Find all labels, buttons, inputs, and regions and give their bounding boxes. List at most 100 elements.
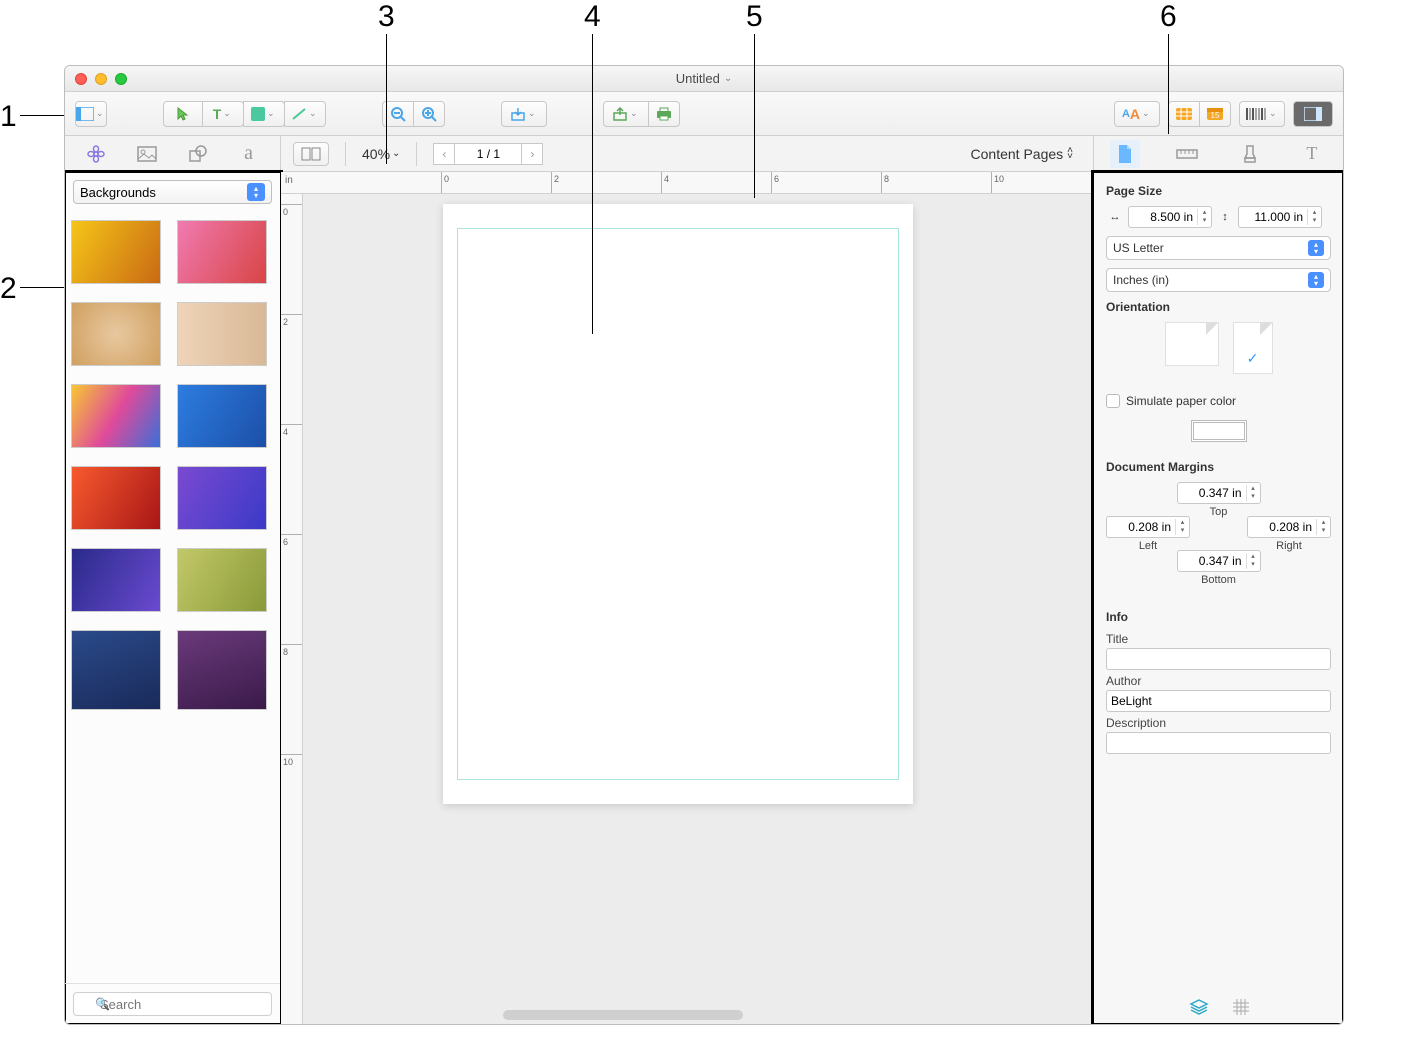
units-selector[interactable]: Inches (in) ▴▾ bbox=[1106, 268, 1331, 292]
share-button[interactable]: ⌄ bbox=[603, 101, 649, 127]
page-navigator: ‹ › bbox=[433, 143, 543, 165]
background-thumbnail[interactable] bbox=[177, 548, 267, 612]
inspector-footer bbox=[1094, 999, 1343, 1018]
text-styles-tab[interactable]: a bbox=[235, 140, 263, 168]
units-label: Inches (in) bbox=[1113, 273, 1169, 287]
inspector-toggle-button[interactable] bbox=[1293, 101, 1333, 127]
background-thumbnail[interactable] bbox=[71, 302, 161, 366]
panels-layout-button[interactable]: ⌄ bbox=[75, 101, 107, 127]
thumbnails-grid bbox=[65, 212, 280, 983]
document-title: Untitled bbox=[676, 71, 720, 86]
background-thumbnail[interactable] bbox=[177, 302, 267, 366]
background-thumbnail[interactable] bbox=[177, 220, 267, 284]
page-height-input[interactable] bbox=[1239, 210, 1307, 224]
spread-view-button[interactable] bbox=[293, 142, 329, 166]
tables-button[interactable] bbox=[1168, 101, 1200, 127]
title-dropdown-icon: ⌄ bbox=[724, 73, 732, 84]
background-thumbnail[interactable] bbox=[71, 220, 161, 284]
table-icon bbox=[1175, 107, 1193, 121]
line-icon bbox=[291, 107, 307, 121]
simulate-paper-checkbox[interactable] bbox=[1106, 394, 1120, 408]
margin-right-field[interactable]: ▴▾ bbox=[1247, 516, 1331, 538]
content-pages-selector[interactable]: Content Pages ˄˅ bbox=[971, 146, 1081, 162]
flower-icon bbox=[86, 144, 106, 164]
page-indicator-field[interactable] bbox=[455, 143, 521, 165]
maximize-window-button[interactable] bbox=[115, 73, 127, 85]
document-page[interactable] bbox=[443, 204, 913, 804]
ruler-unit-label: in bbox=[285, 175, 293, 186]
calendar-button[interactable]: 15 bbox=[1199, 101, 1231, 127]
margins-heading: Document Margins bbox=[1106, 460, 1331, 474]
document-inspector-tab[interactable] bbox=[1110, 140, 1140, 168]
orientation-portrait[interactable]: ✓ bbox=[1233, 322, 1273, 374]
callout-5-line bbox=[754, 34, 755, 198]
callout-3-line bbox=[386, 34, 387, 164]
zoom-out-icon bbox=[390, 106, 406, 122]
author-input[interactable] bbox=[1106, 690, 1331, 712]
orientation-landscape[interactable] bbox=[1165, 322, 1219, 366]
margin-left-label: Left bbox=[1139, 540, 1157, 552]
share-icon bbox=[612, 107, 628, 121]
callout-1: 1 bbox=[0, 100, 17, 134]
description-input[interactable] bbox=[1106, 732, 1331, 754]
shape-tool-button[interactable]: ⌄ bbox=[243, 101, 285, 127]
window-title[interactable]: Untitled ⌄ bbox=[676, 71, 732, 86]
page-margin-guide bbox=[457, 228, 899, 780]
select-tool-button[interactable] bbox=[163, 101, 203, 127]
text-inspector-tab[interactable]: T bbox=[1297, 140, 1327, 168]
shapes-icon bbox=[188, 145, 208, 163]
stepper-icon[interactable]: ▴▾ bbox=[1197, 209, 1211, 225]
page-width-input[interactable] bbox=[1129, 210, 1197, 224]
page-height-field[interactable]: ▴▾ bbox=[1238, 206, 1322, 228]
background-thumbnail[interactable] bbox=[71, 630, 161, 710]
chevron-down-icon: ⌄ bbox=[96, 108, 106, 119]
page-width-field[interactable]: ▴▾ bbox=[1128, 206, 1212, 228]
page-preset-selector[interactable]: US Letter ▴▾ bbox=[1106, 236, 1331, 260]
paper-color-well[interactable] bbox=[1191, 420, 1247, 442]
margin-bottom-field[interactable]: ▴▾ bbox=[1177, 550, 1261, 572]
horizontal-ruler[interactable]: in 0 2 4 6 8 10 bbox=[281, 172, 1093, 194]
barcode-button[interactable]: ⌄ bbox=[1239, 101, 1285, 127]
square-icon bbox=[251, 107, 265, 121]
text-tool-button[interactable]: T ⌄ bbox=[202, 101, 244, 127]
page-preset-label: US Letter bbox=[1113, 241, 1164, 255]
clipart-tab[interactable] bbox=[82, 140, 110, 168]
print-button[interactable] bbox=[648, 101, 680, 127]
margin-top-field[interactable]: ▴▾ bbox=[1177, 482, 1261, 504]
horizontal-scrollbar[interactable] bbox=[503, 1010, 743, 1020]
zoom-in-button[interactable] bbox=[413, 101, 445, 127]
shapes-tab[interactable] bbox=[184, 140, 212, 168]
metrics-inspector-tab[interactable] bbox=[1172, 140, 1202, 168]
fonts-button[interactable]: AA ⌄ bbox=[1114, 101, 1160, 127]
background-thumbnail[interactable] bbox=[177, 466, 267, 530]
height-icon: ↕ bbox=[1216, 210, 1234, 224]
prev-page-button[interactable]: ‹ bbox=[433, 143, 455, 165]
minimize-window-button[interactable] bbox=[95, 73, 107, 85]
margin-left-field[interactable]: ▴▾ bbox=[1106, 516, 1190, 538]
chevron-down-icon: ⌄ bbox=[630, 108, 640, 119]
background-thumbnail[interactable] bbox=[71, 548, 161, 612]
page-viewport[interactable] bbox=[303, 194, 1093, 1024]
import-button[interactable]: ⌄ bbox=[501, 101, 547, 127]
page-icon bbox=[1117, 144, 1133, 164]
vertical-ruler[interactable]: 0 2 4 6 8 10 bbox=[281, 194, 303, 1024]
callout-3: 3 bbox=[378, 0, 395, 34]
background-thumbnail[interactable] bbox=[71, 466, 161, 530]
line-tool-button[interactable]: ⌄ bbox=[284, 101, 326, 127]
background-thumbnail[interactable] bbox=[71, 384, 161, 448]
background-thumbnail[interactable] bbox=[177, 630, 267, 710]
appearance-inspector-tab[interactable] bbox=[1235, 140, 1265, 168]
close-window-button[interactable] bbox=[75, 73, 87, 85]
background-thumbnail[interactable] bbox=[177, 384, 267, 448]
layers-icon[interactable] bbox=[1189, 999, 1209, 1018]
grid-icon[interactable] bbox=[1233, 999, 1249, 1018]
next-page-button[interactable]: › bbox=[521, 143, 543, 165]
stepper-icon[interactable]: ▴▾ bbox=[1307, 209, 1321, 225]
photos-tab[interactable] bbox=[133, 140, 161, 168]
callout-2-line bbox=[20, 287, 64, 288]
spread-icon bbox=[301, 147, 321, 161]
zoom-level-selector[interactable]: 40% ⌄ bbox=[362, 146, 400, 162]
category-selector[interactable]: Backgrounds ▴▾ bbox=[73, 180, 272, 204]
title-input[interactable] bbox=[1106, 648, 1331, 670]
chevron-down-icon: ⌄ bbox=[1269, 108, 1279, 119]
